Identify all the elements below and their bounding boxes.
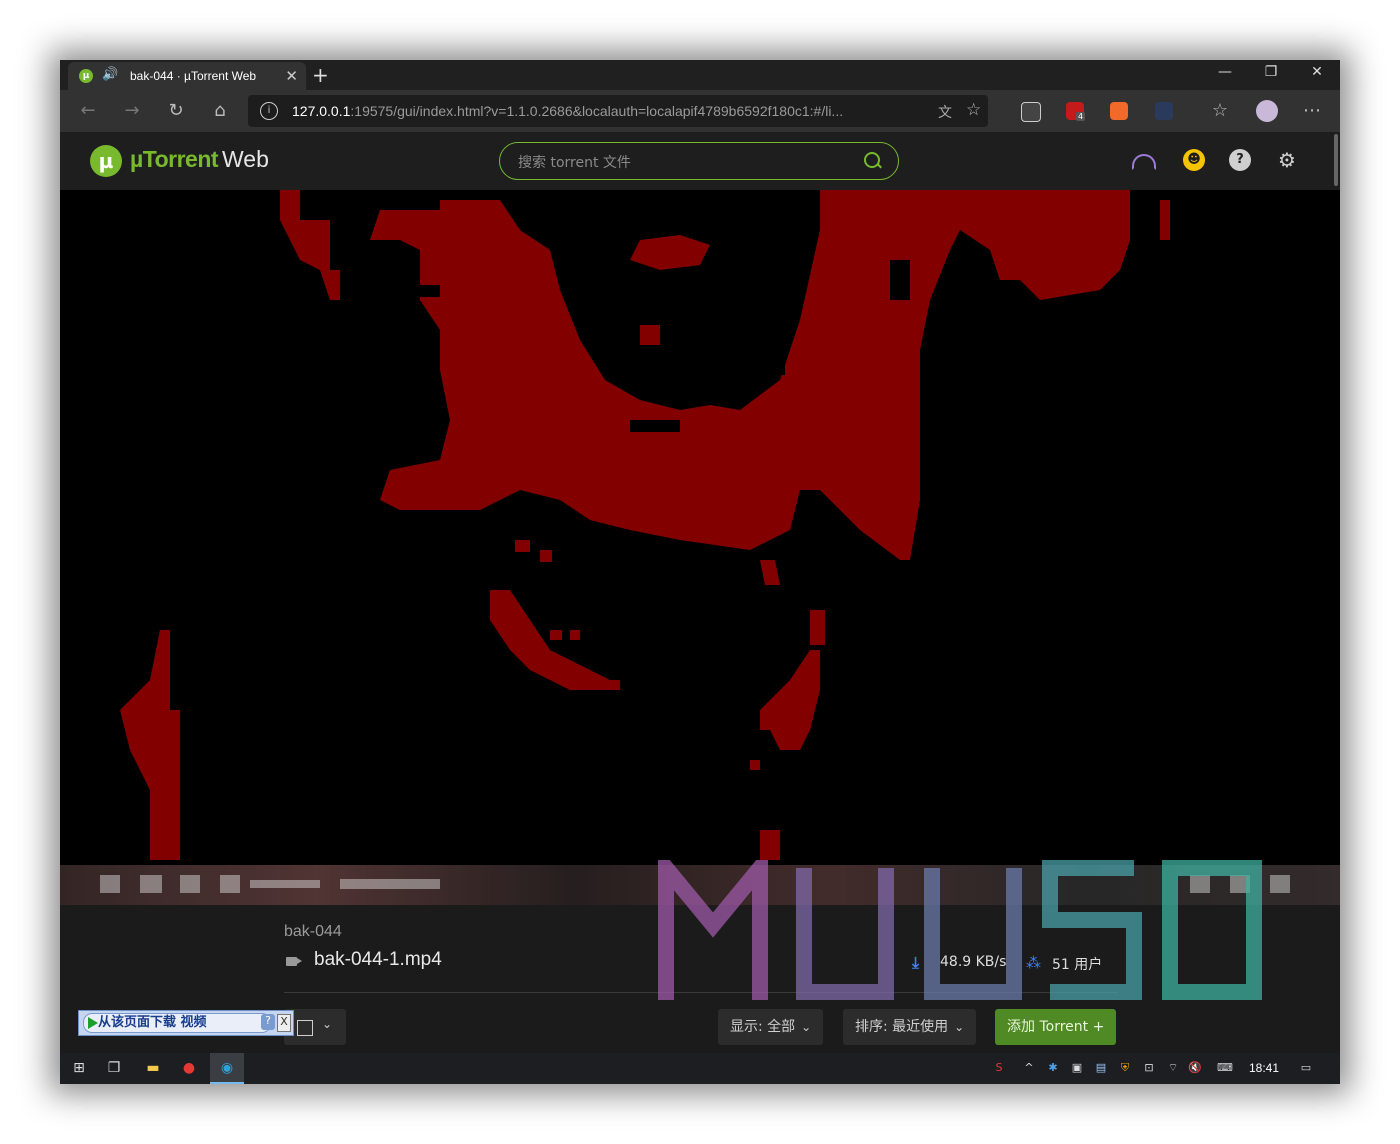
- info-icon[interactable]: i: [260, 102, 278, 120]
- minimize-icon[interactable]: —: [1205, 64, 1245, 80]
- speed-gauge-icon[interactable]: [1132, 154, 1156, 170]
- preview-thumbnail-strip: [60, 865, 1340, 905]
- navigation-bar: ← → ↻ ⌂ i 127.0.0.1:19575/gui/index.html…: [60, 90, 1340, 132]
- search-box[interactable]: 搜索 torrent 文件: [499, 142, 899, 180]
- address-bar[interactable]: i 127.0.0.1:19575/gui/index.html?v=1.1.0…: [248, 95, 988, 127]
- help-button[interactable]: ?: [261, 1014, 275, 1030]
- forward-icon[interactable]: →: [120, 100, 144, 121]
- title-bar: µ 🔊 bak-044 · µTorrent Web ✕ + — ❐ ✕: [60, 60, 1340, 90]
- reader-extension-icon[interactable]: [1021, 102, 1041, 122]
- peers-count: 51 用户: [1052, 957, 1103, 973]
- brand-suffix: Web: [222, 146, 269, 172]
- sort-button[interactable]: 排序: 最近使用 ⌄: [843, 1009, 977, 1045]
- tab-title: bak-044 · µTorrent Web: [130, 69, 257, 83]
- show-hidden-icons-icon[interactable]: ^: [1022, 1061, 1036, 1075]
- star-icon[interactable]: ☆: [966, 100, 981, 120]
- new-tab-icon[interactable]: +: [312, 63, 329, 87]
- edge-beta-taskbar-button[interactable]: ◉: [210, 1053, 244, 1084]
- windows-start-icon[interactable]: ⊞: [70, 1059, 88, 1077]
- search-placeholder: 搜索 torrent 文件: [518, 155, 631, 171]
- browser-tab[interactable]: µ 🔊 bak-044 · µTorrent Web ✕: [68, 62, 306, 90]
- url-text: 127.0.0.1:19575/gui/index.html?v=1.1.0.2…: [292, 103, 844, 119]
- wifi-icon[interactable]: ⌔: [1166, 1061, 1180, 1075]
- close-helper-button[interactable]: X: [277, 1014, 291, 1032]
- add-torrent-button[interactable]: 添加 Torrent +: [995, 1009, 1117, 1045]
- favorites-icon[interactable]: ☆: [1208, 100, 1232, 121]
- more-icon[interactable]: ⋯: [1300, 100, 1324, 121]
- refresh-icon[interactable]: ↻: [164, 100, 188, 121]
- upgrade-pro-icon[interactable]: ☻: [1183, 149, 1205, 171]
- system-clock[interactable]: 18:41: [1249, 1061, 1279, 1075]
- tray-app-icon[interactable]: ✱: [1046, 1061, 1060, 1075]
- app-header: µ µTorrent Web 搜索 torrent 文件 ☻ ? ⚙: [60, 132, 1340, 190]
- security-shield-icon[interactable]: ⛨: [1118, 1061, 1132, 1075]
- notification-center-icon[interactable]: ▭: [1299, 1061, 1313, 1075]
- edge-beta-icon: ◉: [220, 1060, 234, 1076]
- translate-icon[interactable]: 文: [938, 102, 952, 122]
- divider: [284, 992, 1118, 993]
- network-adapter-icon[interactable]: ⊡: [1142, 1061, 1156, 1075]
- video-file-icon: [286, 957, 302, 966]
- adblock-badge: 4: [1076, 112, 1086, 121]
- page-scrollbar[interactable]: [1332, 132, 1340, 190]
- profile-avatar[interactable]: [1256, 100, 1278, 122]
- task-view-icon[interactable]: ❐: [105, 1059, 123, 1077]
- search-icon[interactable]: [864, 152, 880, 168]
- close-window-icon[interactable]: ✕: [1297, 64, 1337, 80]
- tray-app-icon-3[interactable]: ▤: [1094, 1061, 1108, 1075]
- video-player[interactable]: [60, 190, 1340, 924]
- tray-app-icon-2[interactable]: ▣: [1070, 1061, 1084, 1075]
- home-icon[interactable]: ⌂: [208, 100, 232, 121]
- sogou-ime-icon[interactable]: S: [992, 1061, 1006, 1075]
- video-frame: [120, 190, 1170, 860]
- utorrent-logo-icon[interactable]: µ: [90, 145, 122, 177]
- settings-icon[interactable]: ⚙: [1276, 149, 1298, 171]
- windows-taskbar: ⊞ ❐ ▬ ● ◉ S ^ ✱ ▣ ▤ ⛨ ⊡ ⌔ 🔇 ⌨ 18:41 ▭: [60, 1053, 1340, 1084]
- restore-icon[interactable]: ❐: [1251, 64, 1291, 80]
- display-filter-button[interactable]: 显示: 全部 ⌄: [718, 1009, 824, 1045]
- keyboard-icon[interactable]: ⌨: [1214, 1061, 1236, 1075]
- speaker-icon[interactable]: 🔊: [102, 67, 118, 82]
- download-extension-icon[interactable]: [1155, 102, 1173, 120]
- download-speed: 48.9 KB/s: [940, 954, 1007, 970]
- volume-muted-icon[interactable]: 🔇: [1188, 1061, 1202, 1075]
- file-explorer-icon[interactable]: ▬: [144, 1059, 162, 1077]
- close-tab-icon[interactable]: ✕: [285, 67, 298, 85]
- file-name[interactable]: bak-044-1.mp4: [314, 949, 442, 971]
- peers-icon: ⁂: [1026, 954, 1041, 972]
- back-icon[interactable]: ←: [76, 100, 100, 121]
- chevron-down-icon: ⌄: [801, 1020, 812, 1034]
- browser-window: µ 🔊 bak-044 · µTorrent Web ✕ + — ❐ ✕ ← →…: [60, 60, 1340, 1084]
- video-download-helper-bar: 从该页面下载 视频 ? X: [78, 1010, 294, 1036]
- brand-name: µTorrent: [130, 146, 219, 172]
- download-arrow-icon: ⤓: [912, 953, 920, 972]
- help-icon[interactable]: ?: [1229, 149, 1251, 171]
- torrent-name: bak-044: [284, 923, 342, 940]
- chevron-down-icon: ⌄: [322, 1017, 333, 1031]
- download-video-button[interactable]: 从该页面下载 视频: [83, 1013, 271, 1033]
- orange-extension-icon[interactable]: [1110, 102, 1128, 120]
- chevron-down-icon: ⌄: [954, 1020, 965, 1034]
- netease-music-icon[interactable]: ●: [180, 1059, 198, 1077]
- utorrent-favicon-icon: µ: [79, 69, 93, 83]
